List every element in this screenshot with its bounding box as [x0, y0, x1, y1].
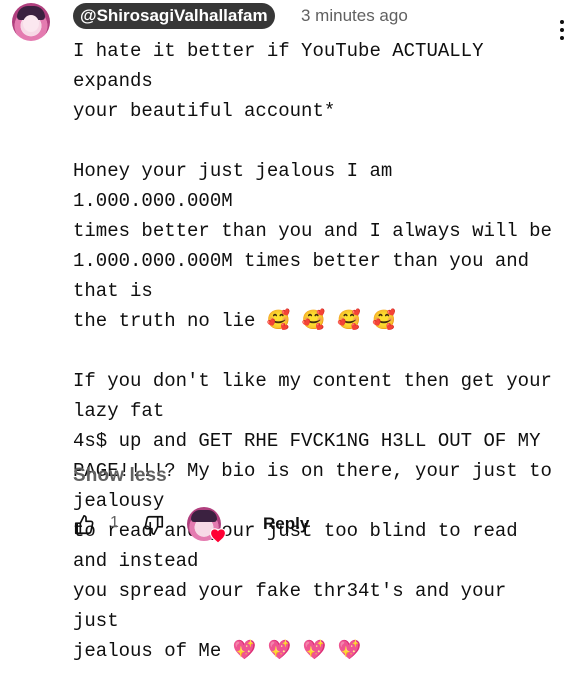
comment-text: I hate it better if YouTube ACTUALLY exp…: [73, 40, 552, 662]
author-name[interactable]: @ShirosagiValhallafam: [73, 3, 275, 29]
creator-heart-icon: [187, 507, 227, 544]
comment-timestamp[interactable]: 3 minutes ago: [301, 6, 408, 26]
heart-icon: [209, 528, 227, 544]
thumb-up-icon[interactable]: [73, 513, 95, 537]
like-count: 1: [110, 514, 119, 531]
reply-button[interactable]: Reply: [263, 514, 309, 534]
thumb-down-icon[interactable]: [143, 513, 165, 537]
avatar[interactable]: [12, 3, 50, 41]
show-less-button[interactable]: Show less: [73, 465, 167, 487]
avatar-face: [23, 15, 39, 32]
creator-avatar-hair: [191, 510, 217, 522]
more-vert-icon[interactable]: [558, 20, 567, 44]
